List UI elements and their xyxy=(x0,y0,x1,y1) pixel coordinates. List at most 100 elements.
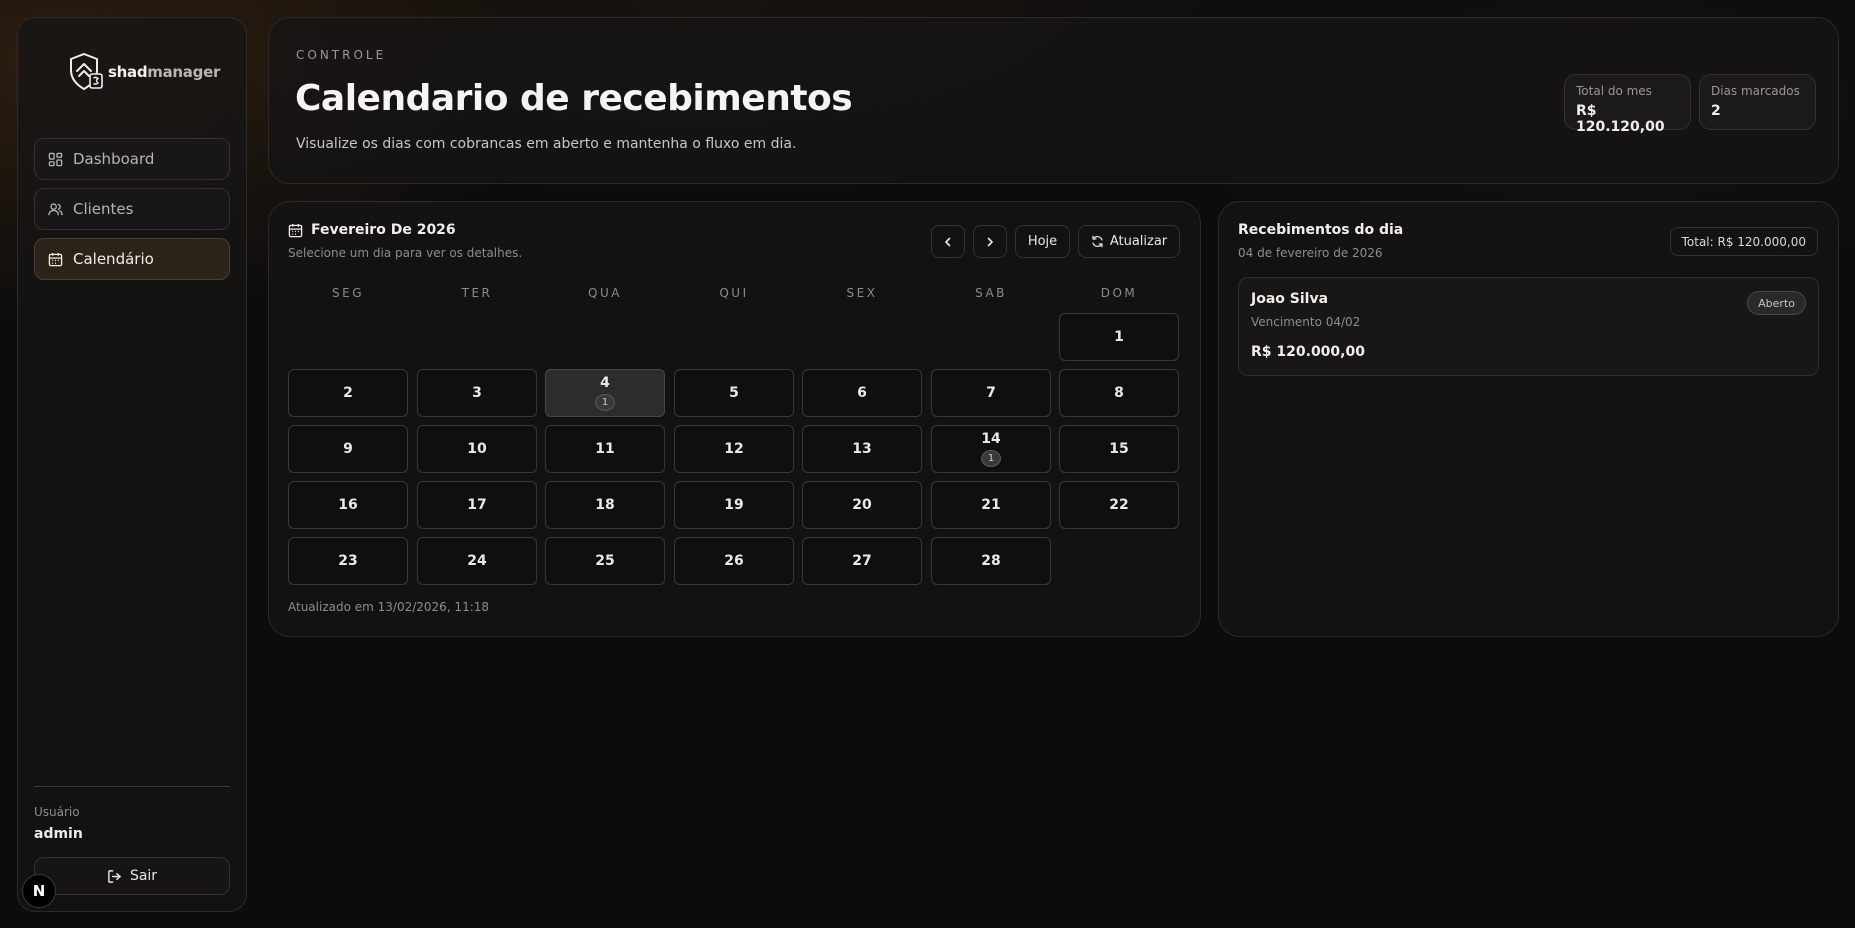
calendar-title: Fevereiro De 2026 xyxy=(288,222,456,238)
refresh-button[interactable]: Atualizar xyxy=(1078,225,1180,258)
calendar-day[interactable]: 10 xyxy=(417,425,537,473)
calendar-day[interactable]: 26 xyxy=(674,537,794,585)
weekday-qua: QUA xyxy=(588,286,622,300)
page-subtitle: Visualize os dias com cobrancas em abert… xyxy=(296,136,797,152)
receipts-title: Recebimentos do dia xyxy=(1238,222,1404,238)
calendar-day[interactable]: 21 xyxy=(931,481,1051,529)
day-number: 15 xyxy=(1109,441,1129,457)
stat-total-mes: Total do mes R$ 120.120,00 xyxy=(1564,74,1691,135)
day-number: 6 xyxy=(857,385,867,401)
calendar-day[interactable]: 13 xyxy=(802,425,922,473)
calendar-day[interactable]: 7 xyxy=(931,369,1051,417)
day-number: 3 xyxy=(472,385,482,401)
prev-month-button[interactable] xyxy=(931,225,965,258)
logout-icon xyxy=(108,869,121,883)
stat-label: Total do mes xyxy=(1576,84,1652,98)
calendar-month-label: Fevereiro De 2026 xyxy=(311,222,456,238)
day-count-badge: 1 xyxy=(595,394,615,411)
dashboard-icon xyxy=(48,152,63,166)
day-number: 12 xyxy=(724,441,744,457)
receipts-date: 04 de fevereiro de 2026 xyxy=(1238,246,1383,260)
receipts-total-badge: Total: R$ 120.000,00 xyxy=(1669,227,1818,256)
calendar-day[interactable]: 41 xyxy=(545,369,665,417)
chevron-right-icon xyxy=(987,237,994,246)
calendar-day[interactable]: 9 xyxy=(288,425,408,473)
calendar-day[interactable]: 19 xyxy=(674,481,794,529)
day-number: 7 xyxy=(986,385,996,401)
stat-value: 2 xyxy=(1711,103,1721,119)
weekday-ter: TER xyxy=(461,286,493,300)
calendar-day[interactable]: 5 xyxy=(674,369,794,417)
day-number: 20 xyxy=(852,497,872,513)
sidebar-item-calendario[interactable]: Calendário xyxy=(34,238,230,280)
sidebar-item-dashboard[interactable]: Dashboard xyxy=(34,138,230,180)
calendar-day[interactable]: 20 xyxy=(802,481,922,529)
sidebar: shadmanager Dashboard Clientes Calendári… xyxy=(17,17,247,912)
sidebar-divider xyxy=(34,786,230,787)
weekday-dom: DOM xyxy=(1100,286,1138,300)
calendar-subtitle: Selecione um dia para ver os detalhes. xyxy=(288,246,523,260)
user-label: Usuário xyxy=(34,805,80,819)
calendar-day[interactable]: 25 xyxy=(545,537,665,585)
last-updated: Atualizado em 13/02/2026, 11:18 xyxy=(288,600,490,614)
page-header: CONTROLE Calendario de recebimentos Visu… xyxy=(268,17,1839,184)
day-number: 13 xyxy=(852,441,872,457)
calendar-day[interactable]: 28 xyxy=(931,537,1051,585)
sidebar-item-label: Calendário xyxy=(73,250,154,268)
calendar-day[interactable]: 3 xyxy=(417,369,537,417)
calendar-day[interactable]: 22 xyxy=(1059,481,1179,529)
today-label: Hoje xyxy=(1027,234,1058,249)
calendar-day[interactable]: 11 xyxy=(545,425,665,473)
day-number: 19 xyxy=(724,497,744,513)
day-number: 14 xyxy=(981,431,1001,447)
day-number: 8 xyxy=(1114,385,1124,401)
weekday-seg: SEG xyxy=(332,286,364,300)
logo-text: shadmanager xyxy=(108,63,221,81)
stat-label: Dias marcados xyxy=(1711,84,1800,98)
day-number: 11 xyxy=(595,441,615,457)
calendar-day[interactable]: 27 xyxy=(802,537,922,585)
sidebar-item-label: Dashboard xyxy=(73,150,155,168)
calendar-day[interactable]: 15 xyxy=(1059,425,1179,473)
calendar-day[interactable]: 6 xyxy=(802,369,922,417)
day-number: 24 xyxy=(467,553,487,569)
calendar-day[interactable]: 16 xyxy=(288,481,408,529)
stat-value: R$ 120.120,00 xyxy=(1576,103,1665,135)
day-number: 2 xyxy=(343,385,353,401)
receipt-card[interactable]: Joao Silva Vencimento 04/02 R$ 120.000,0… xyxy=(1238,277,1819,376)
calendar-icon xyxy=(288,223,303,237)
calendar-panel: Fevereiro De 2026 Selecione um dia para … xyxy=(268,201,1201,637)
next-dev-indicator[interactable]: N xyxy=(22,874,56,908)
calendar-icon xyxy=(48,252,63,266)
calendar-day[interactable]: 2 xyxy=(288,369,408,417)
page-eyebrow: CONTROLE xyxy=(296,48,387,62)
receipts-panel: Recebimentos do dia 04 de fevereiro de 2… xyxy=(1218,201,1839,637)
day-number: 10 xyxy=(467,441,487,457)
calendar-day[interactable]: 17 xyxy=(417,481,537,529)
logout-button[interactable]: Sair xyxy=(34,857,230,895)
day-number: 25 xyxy=(595,553,615,569)
shield-logo-icon xyxy=(70,52,103,91)
users-icon xyxy=(48,202,63,215)
app-logo[interactable]: shadmanager xyxy=(68,52,220,92)
calendar-day[interactable]: 18 xyxy=(545,481,665,529)
calendar-day[interactable]: 1 xyxy=(1059,313,1179,361)
stat-dias-marcados: Dias marcados 2 xyxy=(1699,74,1816,130)
day-number: 4 xyxy=(600,375,610,391)
sidebar-item-clientes[interactable]: Clientes xyxy=(34,188,230,230)
calendar-day[interactable]: 24 xyxy=(417,537,537,585)
calendar-day[interactable]: 14 1 xyxy=(931,425,1051,473)
calendar-day[interactable]: 8 xyxy=(1059,369,1179,417)
day-number: 28 xyxy=(981,553,1001,569)
day-number: 16 xyxy=(338,497,358,513)
next-month-button[interactable] xyxy=(973,225,1007,258)
day-number: 21 xyxy=(981,497,1001,513)
today-button[interactable]: Hoje xyxy=(1015,225,1070,258)
calendar-day[interactable]: 12 xyxy=(674,425,794,473)
day-number: 9 xyxy=(343,441,353,457)
calendar-day[interactable]: 23 xyxy=(288,537,408,585)
refresh-icon xyxy=(1092,235,1103,248)
day-number: 26 xyxy=(724,553,744,569)
user-name: admin xyxy=(34,826,83,842)
weekday-sex: SEX xyxy=(846,286,878,300)
